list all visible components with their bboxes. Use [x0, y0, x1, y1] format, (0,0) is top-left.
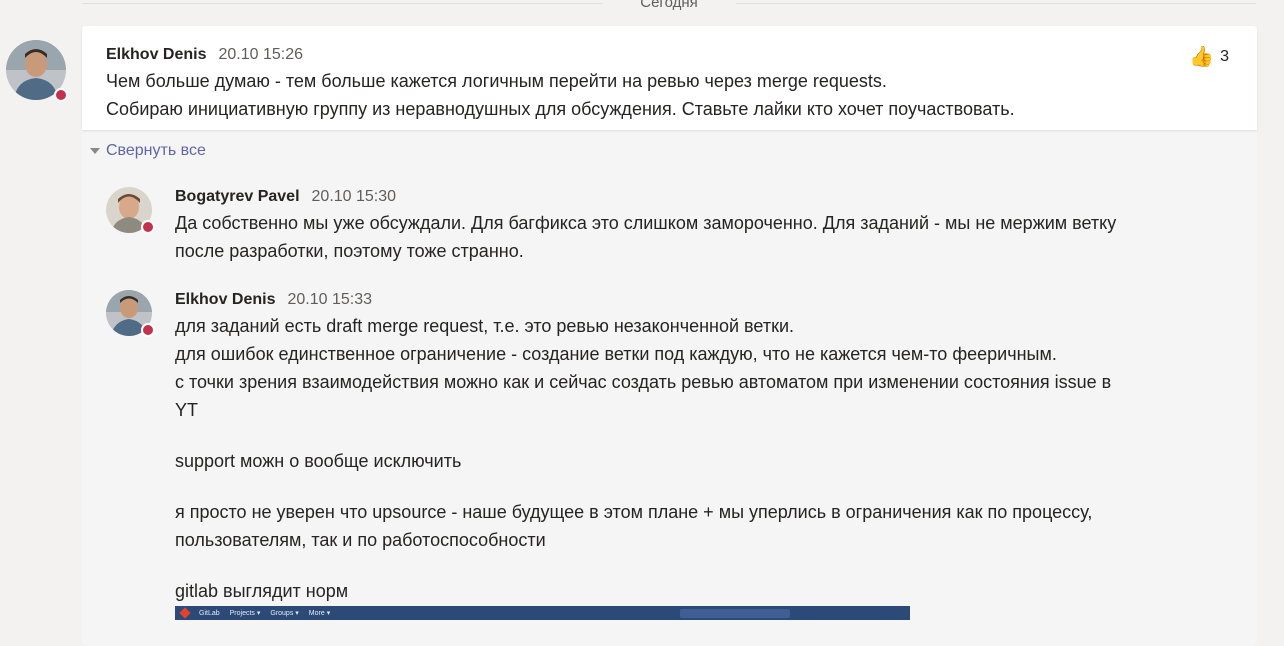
- reaction-count: 3: [1220, 47, 1229, 65]
- chevron-down-icon: [90, 148, 100, 154]
- gitlab-brand: GitLab: [199, 609, 220, 617]
- message-line: пользователям, так и по работоспособност…: [175, 530, 546, 550]
- message-line: YT: [175, 400, 199, 420]
- root-message-meta: Elkhov Denis 20.10 15:26: [106, 46, 303, 64]
- message-line: Да собственно мы уже обсуждали. Для багф…: [175, 213, 1117, 233]
- gitlab-screenshot-image[interactable]: GitLab Projects ▾ Groups ▾ More ▾: [175, 606, 910, 620]
- root-message-body: Чем больше думаю - тем больше кажется ло…: [106, 67, 1186, 123]
- gitlab-search-box: [680, 608, 790, 618]
- divider-line-left: [82, 3, 602, 4]
- message-line: для заданий есть draft merge request, т.…: [175, 316, 794, 336]
- author-name[interactable]: Bogatyrev Pavel: [175, 188, 300, 205]
- message-time: 20.10 15:30: [311, 188, 397, 205]
- message-line: Чем больше думаю - тем больше кажется ло…: [106, 71, 887, 91]
- avatar-bogatyrev-pavel[interactable]: [106, 187, 155, 234]
- message-line: с точки зрения взаимодействия можно как …: [175, 372, 1112, 392]
- message-line: после разработки, поэтому тоже странно.: [175, 241, 524, 261]
- gitlab-logo-icon: [179, 607, 191, 619]
- message-line: Собираю инициативную группу из неравноду…: [106, 99, 1015, 119]
- message-line: для ошибок единственное ограничение - со…: [175, 344, 1057, 364]
- message-line: support можн о вообще исключить: [175, 451, 462, 471]
- presence-busy-indicator: [141, 323, 155, 337]
- gitlab-menu-more: More ▾: [308, 610, 331, 617]
- date-divider-label: Сегодня: [640, 0, 698, 11]
- thread-card: Elkhov Denis 20.10 15:26 Чем больше думаю…: [82, 26, 1257, 646]
- author-name[interactable]: Elkhov Denis: [175, 291, 275, 308]
- reply-body: Да собственно мы уже обсуждали. Для багф…: [175, 209, 1245, 265]
- reply-meta: Elkhov Denis 20.10 15:33: [175, 291, 372, 309]
- date-divider: Сегодня: [0, 0, 1284, 14]
- gitlab-menu-projects: Projects ▾: [229, 610, 261, 617]
- like-reaction[interactable]: 👍 3: [1189, 44, 1229, 69]
- message-line: я просто не уверен что upsource - наше б…: [175, 502, 1093, 522]
- presence-busy-indicator: [54, 88, 68, 102]
- divider-line-right: [736, 3, 1256, 4]
- author-name[interactable]: Elkhov Denis: [106, 46, 206, 63]
- avatar-elkhov-denis-reply[interactable]: [106, 290, 155, 337]
- presence-busy-indicator: [141, 220, 155, 234]
- gitlab-menu-groups: Groups ▾: [270, 610, 299, 617]
- message-time: 20.10 15:33: [287, 291, 373, 308]
- thumbs-up-icon: 👍: [1189, 46, 1215, 68]
- collapse-all-button[interactable]: Свернуть все: [90, 142, 206, 160]
- reply-body: для заданий есть draft merge request, т.…: [175, 312, 1245, 605]
- collapse-all-label: Свернуть все: [106, 142, 206, 159]
- avatar-elkhov-denis[interactable]: [6, 40, 68, 102]
- message-line: gitlab выглядит норм: [175, 581, 349, 601]
- message-time: 20.10 15:26: [218, 46, 304, 63]
- root-message[interactable]: Elkhov Denis 20.10 15:26 Чем больше думаю…: [82, 26, 1257, 130]
- reply-meta: Bogatyrev Pavel 20.10 15:30: [175, 188, 396, 206]
